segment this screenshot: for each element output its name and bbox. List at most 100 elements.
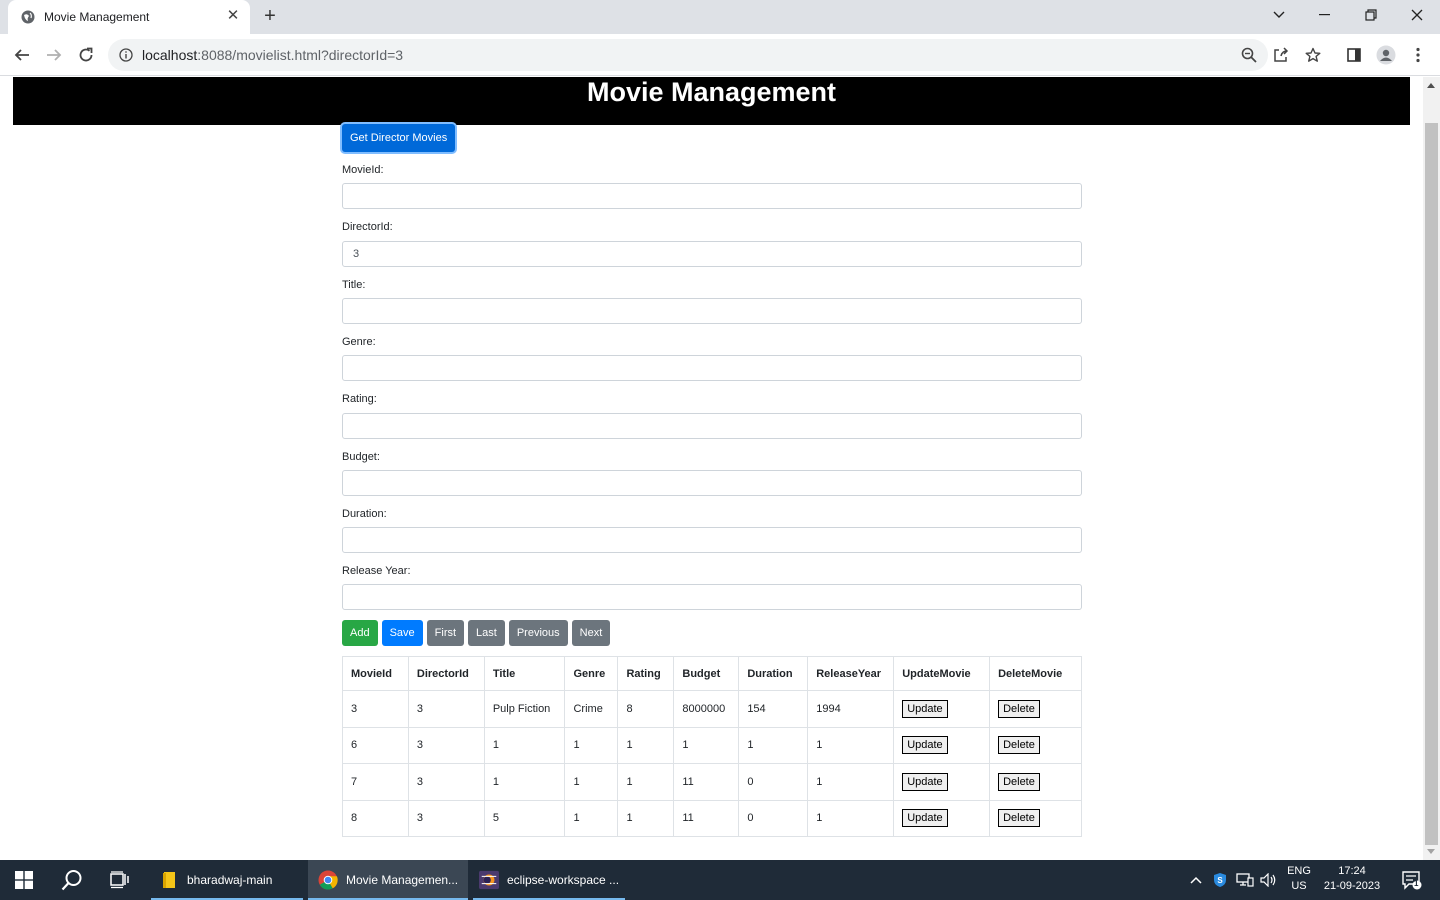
duration-label: Duration:	[342, 508, 387, 520]
windows-start-icon[interactable]	[0, 860, 48, 900]
network-icon[interactable]	[1234, 860, 1256, 900]
genre-input[interactable]	[342, 355, 1082, 381]
last-button[interactable]: Last	[468, 620, 505, 646]
delete-button[interactable]: Delete	[998, 809, 1040, 828]
tab-title: Movie Management	[44, 10, 150, 24]
cell-genre: 1	[564, 726, 619, 764]
page-viewport: Movie Management Get Director Movies Mov…	[0, 77, 1440, 860]
cell-rating: 1	[617, 726, 675, 764]
forward-icon[interactable]	[41, 42, 67, 68]
release-year-label: Release Year:	[342, 565, 411, 577]
folder-icon	[163, 872, 175, 888]
menu-kebab-icon[interactable]	[1405, 42, 1431, 68]
minimize-icon[interactable]	[1302, 0, 1348, 30]
update-button[interactable]: Update	[902, 736, 948, 755]
cell-title: 5	[483, 799, 566, 837]
title-input[interactable]	[342, 298, 1082, 324]
cell-duration: 1	[738, 726, 809, 764]
taskbar-app-eclipse[interactable]: eclipse-workspace ...	[473, 860, 625, 900]
update-button[interactable]: Update	[902, 809, 948, 828]
header-directorid: DirectorId	[407, 656, 485, 691]
header-deletemovie: DeleteMovie	[989, 656, 1082, 691]
share-icon[interactable]	[1272, 46, 1290, 64]
cell-title: 1	[483, 726, 566, 764]
delete-button[interactable]: Delete	[998, 736, 1040, 755]
security-shield-icon[interactable]: S	[1210, 860, 1230, 900]
delete-button[interactable]: Delete	[998, 772, 1040, 791]
add-button[interactable]: Add	[342, 620, 378, 646]
volume-icon[interactable]	[1258, 860, 1280, 900]
header-budget: Budget	[673, 656, 740, 691]
get-director-movies-button[interactable]: Get Director Movies	[342, 124, 456, 152]
duration-input[interactable]	[342, 527, 1082, 553]
url-text[interactable]: localhost:8088/movielist.html?directorId…	[142, 47, 403, 63]
notification-count: 1	[1414, 879, 1419, 888]
cell-budget: 11	[673, 799, 740, 837]
save-button[interactable]: Save	[381, 620, 423, 646]
cell-duration: 0	[738, 799, 809, 837]
scroll-down-icon[interactable]	[1427, 849, 1435, 854]
scroll-up-icon[interactable]	[1427, 83, 1435, 88]
close-window-icon[interactable]	[1394, 0, 1440, 30]
cell-title: Pulp Fiction	[483, 690, 566, 728]
browser-tab[interactable]: Movie Management ✕	[8, 0, 250, 34]
next-button[interactable]: Next	[571, 620, 611, 646]
first-button[interactable]: First	[426, 620, 465, 646]
directorid-input[interactable]: 3	[342, 241, 1082, 267]
cell-movieid: 6	[342, 726, 409, 764]
cell-movieid: 3	[342, 690, 409, 728]
directorid-label: DirectorId:	[342, 221, 393, 233]
delete-button[interactable]: Delete	[998, 699, 1040, 718]
movieid-label: MovieId:	[342, 164, 384, 176]
scrollbar-thumb[interactable]	[1425, 123, 1438, 845]
header-updatemovie: UpdateMovie	[893, 656, 991, 691]
search-icon[interactable]	[48, 860, 96, 900]
cell-rating: 1	[617, 799, 675, 837]
update-button[interactable]: Update	[902, 699, 948, 718]
cell-movieid: 8	[342, 799, 409, 837]
rating-input[interactable]	[342, 413, 1082, 439]
cell-genre: 1	[564, 799, 619, 837]
cell-duration: 154	[738, 690, 809, 728]
header-title: Title	[483, 656, 566, 691]
cell-rating: 8	[617, 690, 675, 728]
cell-title: 1	[483, 763, 566, 801]
budget-label: Budget:	[342, 451, 380, 463]
task-view-icon[interactable]	[96, 860, 144, 900]
profile-avatar-icon[interactable]	[1373, 42, 1399, 68]
back-icon[interactable]	[9, 42, 35, 68]
taskbar-app-explorer[interactable]: bharadwaj-main	[151, 860, 303, 900]
restore-icon[interactable]	[1348, 0, 1394, 30]
zoom-icon[interactable]	[1240, 46, 1258, 64]
rating-label: Rating:	[342, 393, 377, 405]
language-indicator[interactable]: ENG US	[1284, 865, 1314, 892]
taskbar: bharadwaj-main Movie Managemen... eclips…	[0, 860, 1440, 900]
header-genre: Genre	[564, 656, 619, 691]
cell-directorid: 3	[407, 726, 485, 764]
clock[interactable]: 17:24 21-09-2023	[1318, 865, 1386, 892]
new-tab-icon[interactable]: +	[259, 5, 281, 27]
cell-budget: 1	[673, 726, 740, 764]
cell-genre: 1	[564, 763, 619, 801]
title-label: Title:	[342, 279, 366, 291]
movies-table: MovieId DirectorId Title Genre Rating Bu…	[342, 656, 1082, 837]
bookmark-star-icon[interactable]	[1304, 46, 1322, 64]
taskbar-app-chrome[interactable]: Movie Managemen...	[308, 860, 468, 900]
reload-icon[interactable]	[73, 42, 99, 68]
table-row: 3 3 Pulp Fiction Crime 8 8000000 154 199…	[342, 690, 1082, 728]
vertical-scrollbar[interactable]	[1423, 77, 1440, 860]
side-panel-icon[interactable]	[1341, 42, 1367, 68]
tab-search-icon[interactable]	[1256, 0, 1302, 30]
update-button[interactable]: Update	[902, 772, 948, 791]
close-tab-icon[interactable]: ✕	[224, 7, 242, 25]
address-bar[interactable]: localhost:8088/movielist.html?directorId…	[108, 39, 1321, 71]
table-row: 6 3 1 1 1 1 1 1 Update Delete	[342, 726, 1082, 764]
movieid-input[interactable]	[342, 183, 1082, 209]
chevron-up-icon[interactable]	[1186, 860, 1206, 900]
notification-icon[interactable]: 1	[1392, 860, 1432, 900]
info-icon[interactable]	[119, 48, 133, 62]
svg-text:S: S	[1217, 876, 1223, 885]
budget-input[interactable]	[342, 470, 1082, 496]
release-year-input[interactable]	[342, 584, 1082, 610]
previous-button[interactable]: Previous	[508, 620, 568, 646]
